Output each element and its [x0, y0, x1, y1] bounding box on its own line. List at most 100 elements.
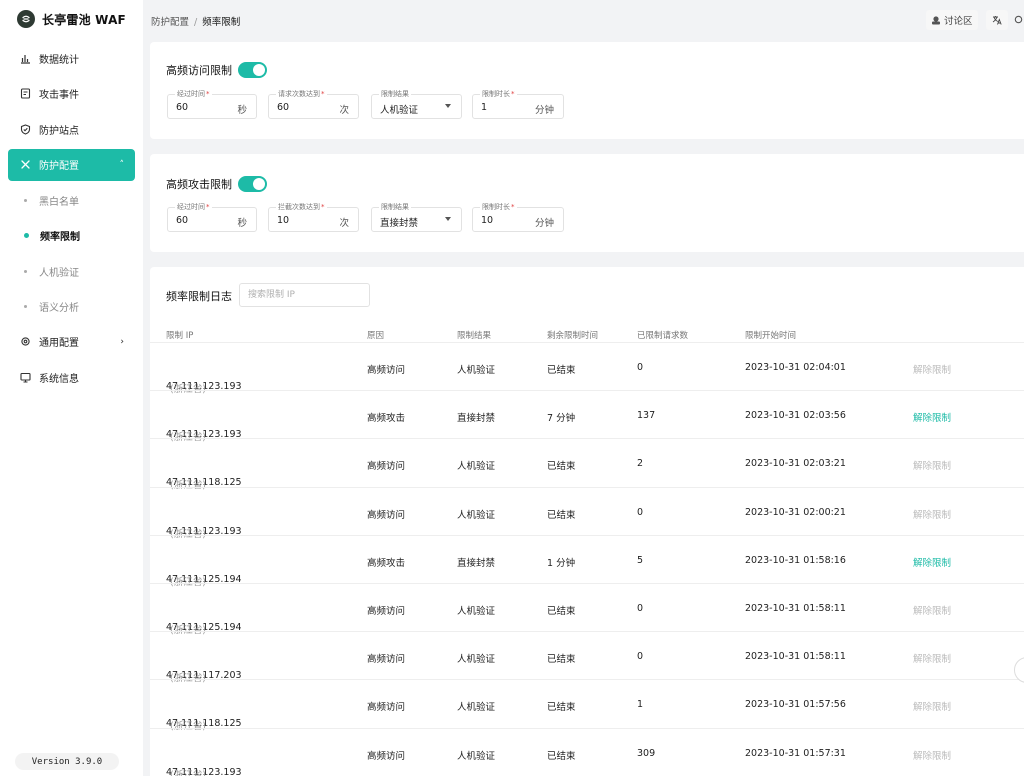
caret-down-icon [445, 104, 451, 108]
sidebar-item-system-info[interactable]: 系统信息 [0, 359, 143, 394]
remaining-cell: 已结束 [547, 365, 576, 376]
sidebar-item-label: 系统信息 [39, 373, 79, 385]
unblock-button[interactable]: 解除限制 [913, 410, 951, 424]
field-unit: 次 [339, 218, 349, 229]
unblock-button: 解除限制 [913, 365, 952, 376]
count-cell: 2 [637, 458, 644, 470]
attack-time-field[interactable]: 经过时间* 60 秒 [167, 202, 257, 232]
province-cell: (浙江省) [170, 769, 206, 776]
access-time-field[interactable]: 经过时间* 60 秒 [167, 89, 257, 119]
result-cell: 人机验证 [457, 461, 496, 473]
field-unit: 分钟 [534, 218, 554, 229]
remaining-cell: 1 分钟 [547, 557, 576, 569]
search-button[interactable] [1014, 10, 1024, 30]
search-ip-input[interactable] [239, 283, 370, 307]
sidebar-item-general-config[interactable]: 通用配置 › [0, 324, 143, 359]
remaining-cell: 已结束 [547, 654, 576, 666]
monitor-icon [19, 371, 32, 384]
translate-icon [992, 16, 1002, 25]
sidebar-subitem-semantic[interactable]: 语义分析 [0, 289, 143, 324]
high-freq-attack-card: 高频攻击限制 经过时间* 60 秒 拦截次数达到* 10 次 限制结果 直接封禁… [150, 154, 1024, 252]
sidebar-subitem-blacklist[interactable]: 黑白名单 [0, 183, 143, 218]
language-button[interactable] [986, 10, 1008, 30]
table-row: 47.111.117.203 (浙江省) 高频访问 人机验证 已结束 0 2023… [150, 631, 1024, 684]
log-title: 频率限制日志 [166, 290, 232, 303]
high-freq-attack-toggle[interactable] [238, 176, 267, 192]
start-time-cell: 2023-10-31 01:57:56 [745, 699, 846, 711]
sidebar-subitem-label: 黑白名单 [39, 197, 79, 209]
table-row: 47.111.123.193 (浙江省) 高频访问 人机验证 已结束 309 20… [150, 727, 1024, 776]
count-cell: 309 [637, 747, 656, 759]
unblock-button[interactable]: 解除限制 [913, 555, 951, 569]
sidebar-subitem-label: 人机验证 [39, 267, 79, 279]
field-unit: 次 [339, 105, 349, 116]
search-icon [1014, 15, 1023, 24]
access-result-select[interactable]: 限制结果 人机验证 [371, 89, 462, 119]
version-badge: Version 3.9.0 [15, 753, 119, 770]
count-cell: 5 [637, 554, 644, 566]
field-label: 限制结果 [379, 202, 411, 212]
sidebar-subitem-rate-limit[interactable]: 频率限制 [0, 218, 143, 253]
breadcrumb: 防护配置 / 频率限制 [151, 14, 240, 28]
field-label: 限制结果 [379, 89, 411, 99]
field-value: 人机验证 [380, 105, 419, 116]
start-time-cell: 2023-10-31 01:57:31 [745, 747, 846, 759]
breadcrumb-parent[interactable]: 防护配置 [151, 17, 189, 28]
bullet-icon [24, 304, 27, 308]
count-cell: 0 [637, 651, 644, 663]
reason-cell: 高频访问 [367, 461, 406, 473]
table-row: 47.111.118.125 (浙江省) 高频访问 人机验证 已结束 2 2023… [150, 438, 1024, 491]
reason-cell: 高频访问 [367, 654, 406, 666]
start-time-cell: 2023-10-31 02:03:56 [745, 410, 846, 422]
sidebar-item-attack-events[interactable]: 攻击事件 [0, 76, 143, 111]
field-label: 请求次数达到 [278, 90, 320, 98]
sidebar-item-stats[interactable]: 数据统计 [0, 41, 143, 76]
field-label: 经过时间 [177, 203, 205, 211]
breadcrumb-separator: / [194, 17, 198, 28]
shield-icon [19, 123, 32, 136]
sidebar-subitem-label: 语义分析 [39, 302, 79, 314]
field-label: 经过时间 [177, 90, 205, 98]
remaining-cell: 已结束 [547, 509, 576, 521]
attack-count-field[interactable]: 拦截次数达到* 10 次 [268, 202, 359, 232]
unblock-button: 解除限制 [913, 654, 952, 666]
unblock-button: 解除限制 [913, 606, 952, 617]
forum-icon [932, 16, 940, 25]
reason-cell: 高频攻击 [367, 413, 406, 425]
column-header: 限制 IP [166, 331, 194, 341]
access-duration-field[interactable]: 限制时长* 1 分钟 [472, 89, 564, 119]
reason-cell: 高频访问 [367, 702, 406, 714]
table-row: 47.111.123.193 (浙江省) 高频访问 人机验证 已结束 0 2023… [150, 486, 1024, 540]
bullet-icon [24, 199, 27, 203]
rate-limit-log-card: 频率限制日志 限制 IP 原因 限制结果 剩余限制时间 已限制请求数 限制开始时… [150, 267, 1024, 776]
field-unit: 分钟 [534, 105, 554, 116]
sidebar-nav: 数据统计 攻击事件 防护站点 防护配置 ˄ 黑白名单 频率限制 人机验证 语义分… [0, 41, 143, 395]
sidebar-item-label: 数据统计 [39, 55, 79, 67]
unblock-button: 解除限制 [913, 461, 952, 473]
field-label: 限制时长 [482, 203, 510, 211]
result-cell: 人机验证 [457, 509, 496, 521]
tools-icon [19, 158, 32, 171]
start-time-cell: 2023-10-31 02:00:21 [745, 506, 846, 518]
reason-cell: 高频访问 [367, 606, 406, 617]
attack-duration-field[interactable]: 限制时长* 10 分钟 [472, 202, 564, 232]
result-cell: 人机验证 [457, 365, 496, 376]
brand[interactable]: 长亭雷池 WAF [17, 9, 126, 29]
high-freq-access-toggle[interactable] [238, 62, 267, 78]
high-freq-access-header: 高频访问限制 [166, 62, 267, 78]
forum-button[interactable]: 讨论区 [926, 10, 978, 30]
field-value: 60 [176, 102, 189, 113]
result-cell: 人机验证 [457, 702, 496, 714]
table-row: 47.111.125.194 (浙江省) 高频访问 人机验证 已结束 0 2023… [150, 583, 1024, 636]
sidebar-subitem-captcha[interactable]: 人机验证 [0, 253, 143, 288]
result-cell: 人机验证 [457, 606, 496, 617]
attack-result-select[interactable]: 限制结果 直接封禁 [371, 202, 462, 232]
column-header: 已限制请求数 [637, 331, 689, 341]
column-header: 剩余限制时间 [547, 331, 599, 341]
high-freq-access-card: 高频访问限制 经过时间* 60 秒 请求次数达到* 60 次 限制结果 人机验证… [150, 42, 1024, 139]
sidebar-item-protected-sites[interactable]: 防护站点 [0, 112, 143, 147]
access-count-field[interactable]: 请求次数达到* 60 次 [268, 89, 359, 119]
sidebar-item-protection-config[interactable]: 防护配置 ˄ [8, 148, 135, 181]
result-cell: 人机验证 [457, 750, 496, 762]
table-header: 限制 IP 原因 限制结果 剩余限制时间 已限制请求数 限制开始时间 [150, 326, 1024, 342]
